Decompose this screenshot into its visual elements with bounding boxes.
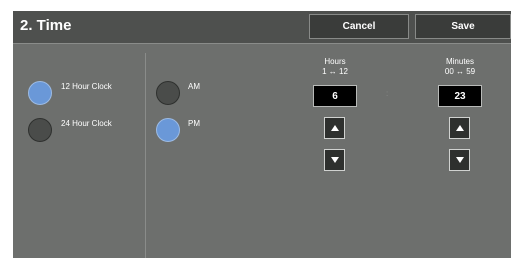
hours-label: Hours bbox=[324, 57, 346, 66]
minutes-decrement-button[interactable] bbox=[449, 149, 470, 171]
arrow-down-icon bbox=[455, 157, 464, 163]
arrow-down-icon bbox=[330, 157, 339, 163]
minutes-label: Minutes bbox=[445, 57, 474, 66]
header-bar: 2. Time Cancel Save bbox=[13, 11, 511, 44]
hours-range: 1 ↔ 12 bbox=[322, 67, 348, 76]
hours-value-field[interactable]: 6 bbox=[313, 85, 357, 107]
radio-12-hour-clock[interactable] bbox=[28, 81, 52, 105]
column-divider bbox=[145, 53, 146, 258]
minutes-value-field[interactable]: 23 bbox=[438, 85, 482, 107]
hours-decrement-button[interactable] bbox=[324, 149, 345, 171]
radio-24-hour-clock[interactable] bbox=[28, 118, 52, 142]
minutes-range: 00 ↔ 59 bbox=[444, 67, 476, 76]
option-label-12-hour-clock: 12 Hour Clock bbox=[61, 82, 112, 91]
hours-increment-button[interactable] bbox=[324, 117, 345, 139]
minutes-increment-button[interactable] bbox=[449, 117, 470, 139]
cancel-button[interactable]: Cancel bbox=[309, 14, 409, 39]
arrow-up-icon bbox=[330, 125, 339, 131]
save-button[interactable]: Save bbox=[415, 14, 511, 39]
radio-pm[interactable] bbox=[156, 118, 180, 142]
arrow-up-icon bbox=[455, 125, 464, 131]
time-settings-panel: 2. Time Cancel Save 12 Hour Clock 24 Hou… bbox=[13, 11, 511, 258]
time-separator: : bbox=[386, 89, 389, 98]
option-label-pm: PM bbox=[188, 119, 200, 128]
page-title: 2. Time bbox=[20, 17, 72, 34]
radio-am[interactable] bbox=[156, 81, 180, 105]
option-label-am: AM bbox=[188, 82, 200, 91]
option-label-24-hour-clock: 24 Hour Clock bbox=[61, 119, 112, 128]
